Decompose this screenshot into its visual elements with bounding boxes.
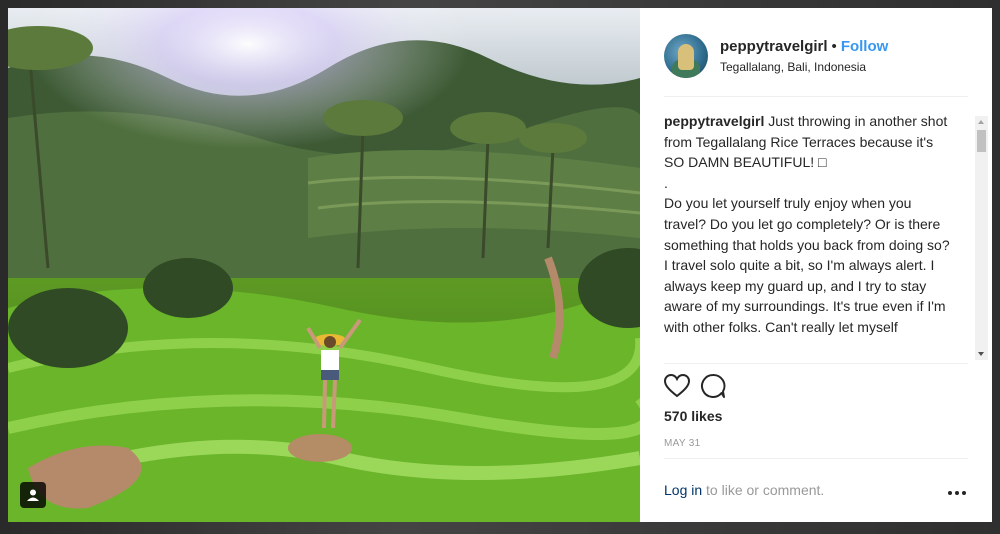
post-header: peppytravelgirl • Follow Tegallalang, Bali… <box>664 28 968 84</box>
more-options-icon[interactable] <box>948 491 966 495</box>
comment-icon[interactable] <box>700 370 736 402</box>
avatar[interactable] <box>664 34 708 78</box>
login-link[interactable]: Log in <box>664 482 702 498</box>
caption-username[interactable]: peppytravelgirl <box>664 113 764 129</box>
separator-dot: • <box>831 38 837 55</box>
username-link[interactable]: peppytravelgirl <box>720 38 828 55</box>
header-divider <box>664 96 968 97</box>
post-photo[interactable] <box>8 8 640 522</box>
login-prompt: Log in to like or comment. <box>664 482 824 498</box>
caption-divider <box>664 363 968 364</box>
follow-button[interactable]: Follow <box>841 38 889 55</box>
login-suffix: to like or comment. <box>702 482 825 498</box>
post-sidebar: peppytravelgirl • Follow Tegallalang, Bali… <box>640 8 992 522</box>
scrollbar-thumb[interactable] <box>977 130 986 152</box>
action-bar <box>664 370 736 402</box>
caption: peppytravelgirl Just throwing in another… <box>664 111 950 338</box>
scroll-down-arrow-icon[interactable] <box>978 352 984 356</box>
caption-area[interactable]: peppytravelgirl Just throwing in another… <box>664 111 974 363</box>
caption-text: Just throwing in another shot from Tegal… <box>664 113 950 335</box>
likes-count[interactable]: 570 likes <box>664 408 722 424</box>
location-link[interactable]: Tegallalang, Bali, Indonesia <box>720 60 888 74</box>
heart-icon[interactable] <box>664 370 700 402</box>
caption-scrollbar[interactable] <box>975 116 988 360</box>
rice-terrace-image <box>8 8 640 522</box>
footer-divider <box>664 458 968 459</box>
post-modal: peppytravelgirl • Follow Tegallalang, Bali… <box>8 8 992 522</box>
user-tag-icon[interactable] <box>20 482 46 508</box>
scroll-up-arrow-icon[interactable] <box>978 120 984 124</box>
post-date: MAY 31 <box>664 438 701 449</box>
